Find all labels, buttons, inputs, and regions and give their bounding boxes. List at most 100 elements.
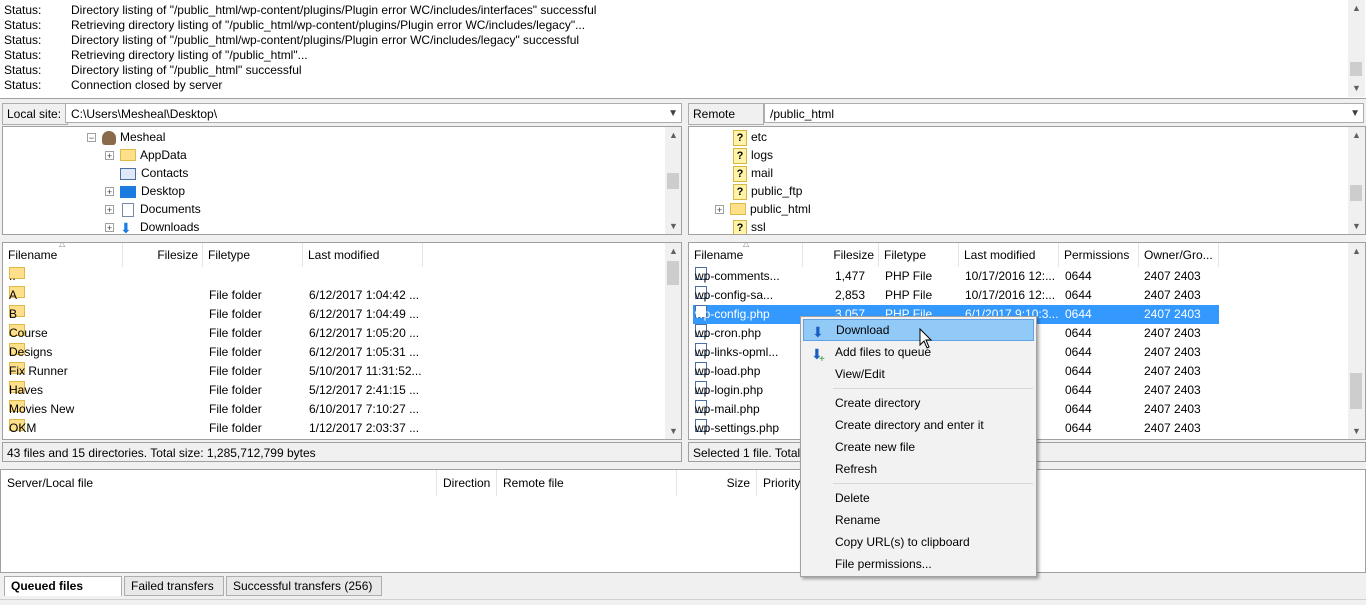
local-path-combo[interactable]: C:\Users\Mesheal\Desktop\ ▼ — [65, 103, 682, 123]
collapse-icon[interactable]: − — [87, 133, 96, 143]
menu-item-view-edit[interactable]: View/Edit — [803, 363, 1034, 385]
tree-item-etc[interactable]: ? etc — [733, 128, 767, 146]
scroll-thumb[interactable] — [667, 173, 679, 189]
log-scrollbar[interactable]: ▲ ▼ — [1348, 0, 1365, 97]
column-header-filesize[interactable]: Filesize — [803, 243, 879, 267]
list-item[interactable]: B File folder 6/12/2017 1:04:49 ... — [3, 305, 663, 324]
local-tree-scrollbar[interactable]: ▲ ▼ — [665, 127, 681, 234]
message-log: Status: Directory listing of "/public_htm… — [0, 0, 1366, 99]
tree-item-contacts[interactable]: Contacts — [120, 164, 188, 182]
tree-item-public-ftp[interactable]: ? public_ftp — [733, 182, 802, 200]
list-item[interactable]: Fix Runner File folder 5/10/2017 11:31:52.… — [3, 362, 663, 381]
expand-icon[interactable]: + — [105, 151, 114, 161]
list-item[interactable]: wp-comments... 1,477 PHP File 10/17/2016 12… — [693, 267, 1219, 286]
transfer-queue: Server/Local file Direction Remote file … — [0, 469, 1366, 573]
list-item[interactable]: OKM File folder 1/12/2017 2:03:37 ... — [3, 419, 663, 438]
column-header-filetype[interactable]: Filetype — [879, 243, 959, 267]
expand-icon[interactable]: + — [105, 205, 114, 215]
expand-icon[interactable]: + — [715, 205, 724, 215]
sort-indicator-icon: △ — [743, 242, 750, 248]
menu-separator — [833, 483, 1033, 484]
folder-icon — [730, 202, 746, 215]
column-header-last-modified[interactable]: Last modified — [303, 243, 423, 267]
menu-item-copy-url[interactable]: Copy URL(s) to clipboard — [803, 531, 1034, 553]
remote-path-combo[interactable]: /public_html ▼ — [764, 103, 1364, 123]
context-menu: ⬇ Download ⬇ + Add files to queue View/Edit… — [800, 316, 1037, 577]
local-site-bar: Local site: C:\Users\Mesheal\Desktop\ ▼ — [2, 103, 682, 125]
column-header-permissions[interactable]: Permissions — [1059, 243, 1139, 267]
log-line: Status: Connection closed by server — [4, 78, 223, 92]
tab-successful-transfers[interactable]: Successful transfers (256) — [226, 576, 382, 596]
scroll-thumb[interactable] — [667, 261, 679, 285]
menu-item-create-directory[interactable]: Create directory — [803, 392, 1034, 414]
menu-item-refresh[interactable]: Refresh — [803, 458, 1034, 480]
scroll-down-icon[interactable]: ▼ — [665, 423, 681, 439]
local-list-scrollbar[interactable]: ▲ ▼ — [665, 243, 681, 439]
remote-directory-tree: ? etc ? logs ? mail ? public_ftp + public_htm… — [688, 126, 1366, 235]
chevron-down-icon[interactable]: ▼ — [668, 104, 678, 124]
scroll-up-icon[interactable]: ▲ — [1348, 0, 1365, 16]
list-item[interactable]: A File folder 6/12/2017 1:04:42 ... — [3, 286, 663, 305]
tree-item-ssl[interactable]: ? ssl — [733, 218, 766, 234]
scroll-up-icon[interactable]: ▲ — [665, 243, 681, 259]
remote-path-value: /public_html — [770, 107, 835, 121]
list-item[interactable]: wp-config-sa... 2,853 PHP File 10/17/2016 1… — [693, 286, 1219, 305]
desktop-icon — [120, 185, 136, 198]
scroll-down-icon[interactable]: ▼ — [1348, 218, 1365, 234]
unknown-folder-icon: ? — [733, 147, 747, 164]
tree-item-documents[interactable]: + Documents — [105, 200, 201, 218]
list-item[interactable]: Haves File folder 5/12/2017 2:41:15 ... — [3, 381, 663, 400]
local-status-bar: 43 files and 15 directories. Total size:… — [2, 442, 682, 462]
scroll-up-icon[interactable]: ▲ — [665, 127, 681, 143]
column-header-filetype[interactable]: Filetype — [203, 243, 303, 267]
remote-tree-scrollbar[interactable]: ▲ ▼ — [1348, 127, 1365, 234]
scroll-down-icon[interactable]: ▼ — [665, 218, 681, 234]
expand-icon[interactable]: + — [105, 187, 114, 197]
tree-item-desktop[interactable]: + Desktop — [105, 182, 185, 200]
menu-item-create-new-file[interactable]: Create new file — [803, 436, 1034, 458]
list-item[interactable]: Designs File folder 6/12/2017 1:05:31 ... — [3, 343, 663, 362]
local-directory-tree: − Mesheal + AppData Contacts + Desktop + Doc… — [2, 126, 682, 235]
tree-item-logs[interactable]: ? logs — [733, 146, 773, 164]
menu-item-create-directory-and-enter[interactable]: Create directory and enter it — [803, 414, 1034, 436]
tab-queued-files[interactable]: Queued files — [4, 576, 122, 596]
column-header-filesize[interactable]: Filesize — [123, 243, 203, 267]
expand-icon[interactable]: + — [105, 223, 114, 233]
tree-item-mesheal[interactable]: − Mesheal — [87, 128, 165, 146]
column-header-owner-group[interactable]: Owner/Gro... — [1139, 243, 1219, 267]
tab-failed-transfers[interactable]: Failed transfers — [124, 576, 224, 596]
scroll-thumb[interactable] — [1350, 62, 1362, 76]
scroll-down-icon[interactable]: ▼ — [1348, 423, 1365, 439]
tree-item-public-html[interactable]: + public_html — [715, 200, 811, 218]
list-item[interactable]: .. — [3, 267, 663, 286]
tree-item-mail[interactable]: ? mail — [733, 164, 773, 182]
list-item[interactable]: Movies New File folder 6/10/2017 7:10:27 .… — [3, 400, 663, 419]
local-path-value: C:\Users\Mesheal\Desktop\ — [71, 107, 218, 121]
unknown-folder-icon: ? — [733, 219, 747, 234]
menu-item-file-permissions[interactable]: File permissions... — [803, 553, 1034, 575]
list-item[interactable]: Course File folder 6/12/2017 1:05:20 ... — [3, 324, 663, 343]
column-header-size[interactable]: Size — [677, 470, 757, 496]
menu-item-delete[interactable]: Delete — [803, 487, 1034, 509]
scroll-down-icon[interactable]: ▼ — [1348, 80, 1365, 96]
contacts-icon — [120, 167, 136, 180]
remote-list-scrollbar[interactable]: ▲ ▼ — [1348, 243, 1365, 439]
column-header-remote-file[interactable]: Remote file — [497, 470, 677, 496]
unknown-folder-icon: ? — [733, 165, 747, 182]
column-header-last-modified[interactable]: Last modified — [959, 243, 1059, 267]
tree-item-downloads[interactable]: + ⬇ Downloads — [105, 218, 199, 234]
log-line: Status: Directory listing of "/public_htm… — [4, 33, 580, 47]
menu-separator — [833, 388, 1033, 389]
menu-item-rename[interactable]: Rename — [803, 509, 1034, 531]
scroll-thumb[interactable] — [1350, 185, 1362, 201]
scroll-up-icon[interactable]: ▲ — [1348, 127, 1365, 143]
column-header-server-local-file[interactable]: Server/Local file — [1, 470, 437, 496]
scroll-thumb[interactable] — [1350, 373, 1362, 409]
log-line: Status: Retrieving directory listing of "… — [4, 18, 586, 32]
tree-item-appdata[interactable]: + AppData — [105, 146, 187, 164]
user-icon — [102, 130, 116, 145]
column-header-direction[interactable]: Direction — [437, 470, 497, 496]
scroll-up-icon[interactable]: ▲ — [1348, 243, 1365, 259]
sort-indicator-icon: △ — [59, 242, 66, 248]
chevron-down-icon[interactable]: ▼ — [1350, 104, 1360, 124]
